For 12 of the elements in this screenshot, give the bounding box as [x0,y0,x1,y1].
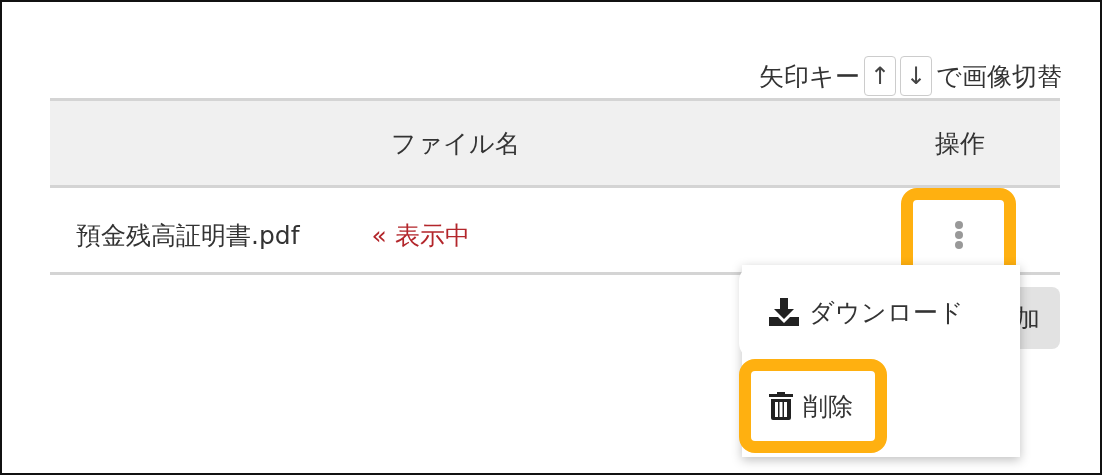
status-label: « 表示中 [371,219,470,252]
hint-text: で画像切替 [936,60,1062,93]
menu-item[interactable]: 削除 [739,359,887,453]
trash-icon [769,392,793,420]
column-header: 操作 [935,127,985,160]
key-cap: ↑ [864,56,896,96]
kebab-icon [953,220,964,250]
key-cap: ↓ [900,56,932,96]
hint-text: 矢印キー [759,60,860,93]
column-header: ファイル名 [390,127,520,160]
file-name: 預金残高証明書.pdf [76,219,300,252]
download-icon [769,298,799,326]
